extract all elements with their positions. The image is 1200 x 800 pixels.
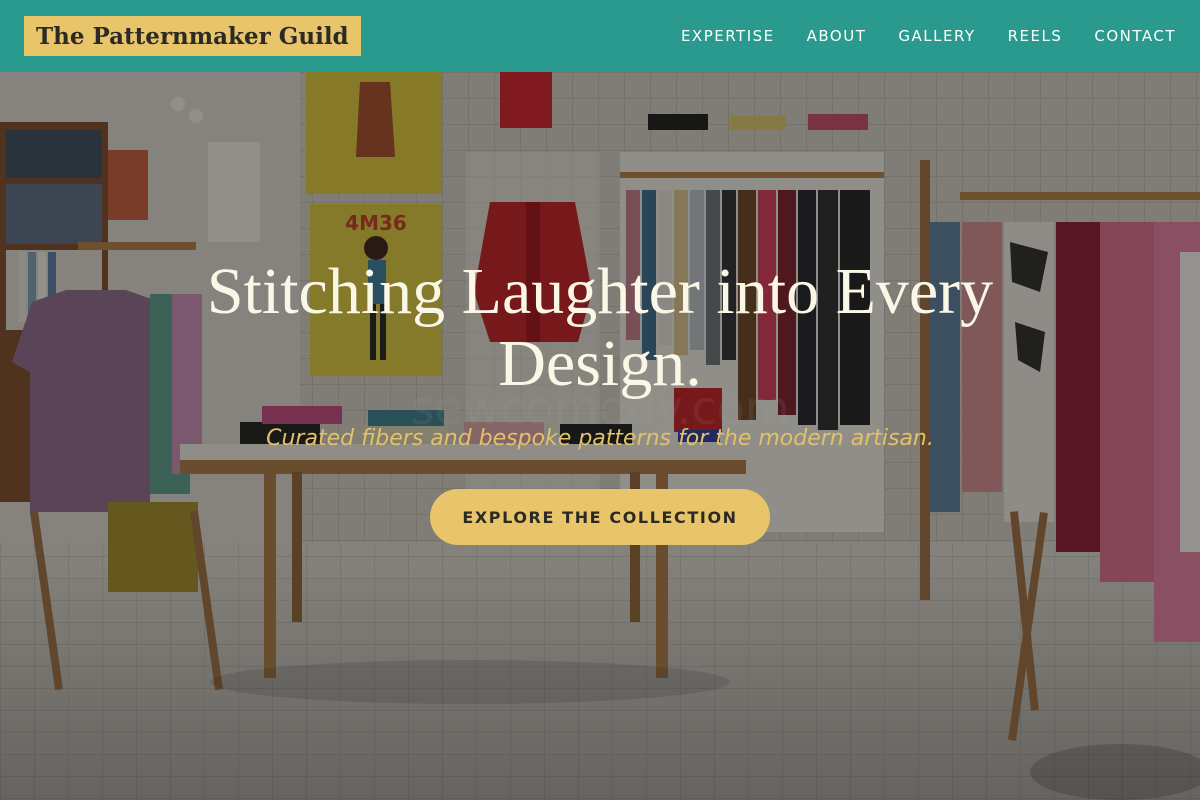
nav-link-about[interactable]: ABOUT bbox=[807, 27, 867, 45]
hero-tagline: Curated fibers and bespoke patterns for … bbox=[266, 426, 934, 451]
site-logo[interactable]: The Patternmaker Guild bbox=[24, 16, 361, 56]
hero-content: Stitching Laughter into Every Design. Cu… bbox=[0, 72, 1200, 800]
nav-link-expertise[interactable]: EXPERTISE bbox=[681, 27, 775, 45]
hero-section: 4M36 sewcomedy.com Stitching Laughter in… bbox=[0, 72, 1200, 800]
site-header: The Patternmaker Guild EXPERTISE ABOUT G… bbox=[0, 0, 1200, 72]
nav-link-reels[interactable]: REELS bbox=[1008, 27, 1063, 45]
nav-link-gallery[interactable]: GALLERY bbox=[898, 27, 975, 45]
main-nav: EXPERTISE ABOUT GALLERY REELS CONTACT bbox=[681, 27, 1176, 45]
hero-headline: Stitching Laughter into Every Design. bbox=[206, 255, 994, 400]
explore-collection-button[interactable]: EXPLORE THE COLLECTION bbox=[430, 489, 770, 545]
nav-link-contact[interactable]: CONTACT bbox=[1094, 27, 1176, 45]
